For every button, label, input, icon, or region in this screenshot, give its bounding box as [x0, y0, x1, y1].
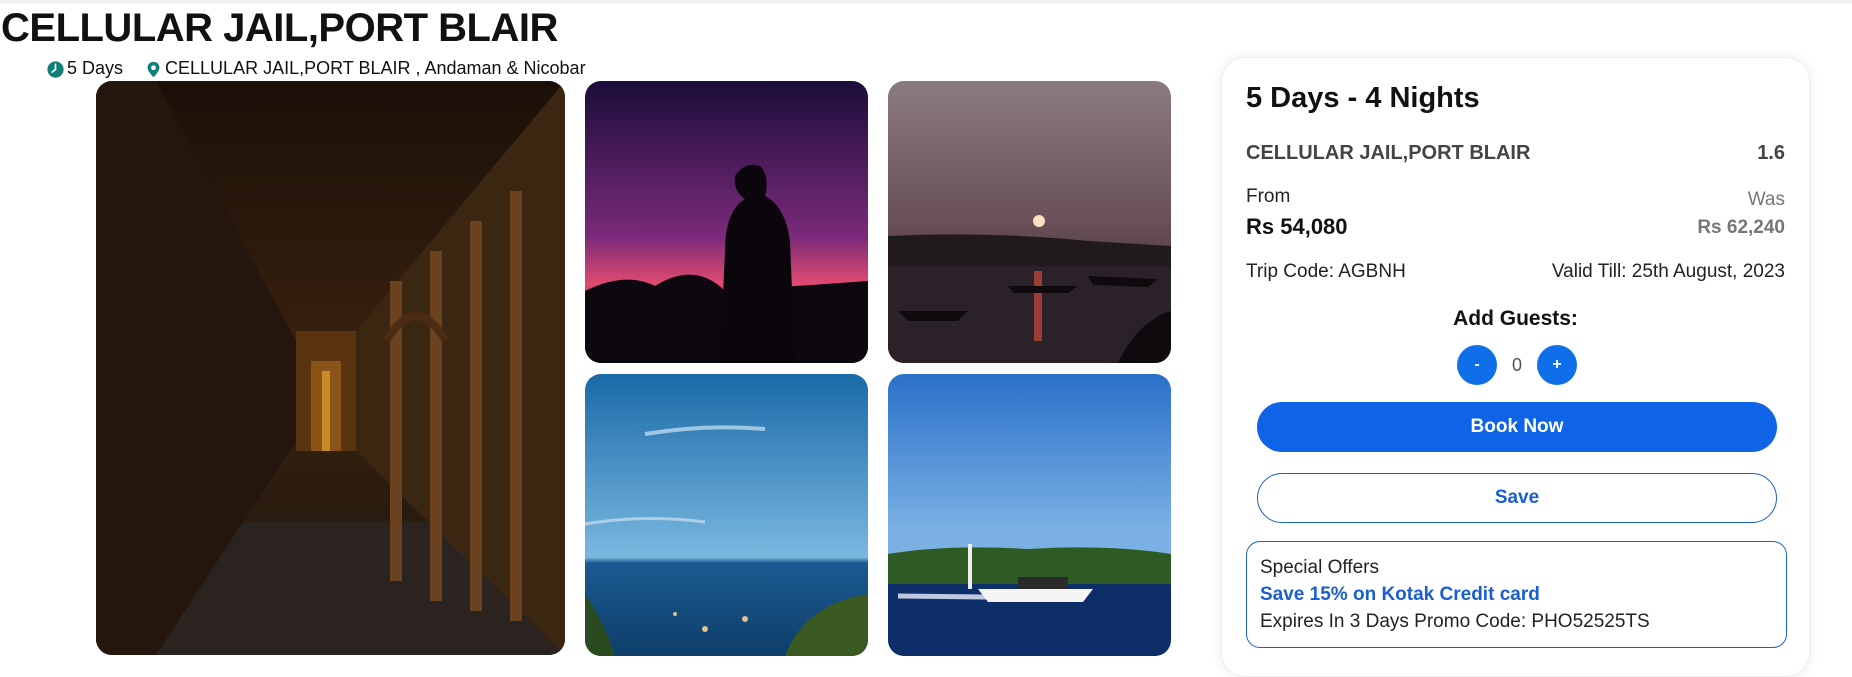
book-now-button[interactable]: Book Now — [1257, 402, 1777, 452]
from-label: From — [1246, 186, 1291, 207]
page-title: CELLULAR JAIL,PORT BLAIR — [1, 6, 558, 50]
trip-code: Trip Code: AGBNH — [1246, 261, 1406, 282]
trip-meta: 5 Days CELLULAR JAIL,PORT BLAIR , Andama… — [47, 56, 586, 80]
location-text: CELLULAR JAIL,PORT BLAIR , Andaman & Nic… — [165, 58, 586, 78]
destination-name: CELLULAR JAIL,PORT BLAIR — [1246, 142, 1531, 164]
add-guests-label: Add Guests: — [1453, 307, 1578, 330]
gallery-image-corridor[interactable] — [96, 81, 565, 655]
gallery-image-beach[interactable] — [585, 374, 868, 656]
save-button[interactable]: Save — [1257, 473, 1777, 523]
gallery-image-sunset-harbor[interactable] — [888, 81, 1171, 363]
original-price: Rs 62,240 — [1697, 217, 1785, 238]
current-price: Rs 54,080 — [1246, 214, 1348, 239]
rating-value: 1.6 — [1757, 142, 1785, 164]
valid-till: Valid Till: 25th August, 2023 — [1551, 261, 1785, 282]
guests-stepper: - 0 + — [1457, 345, 1577, 385]
booking-card: 5 Days - 4 Nights CELLULAR JAIL,PORT BLA… — [1221, 57, 1810, 677]
special-offer-box: Special Offers Save 15% on Kotak Credit … — [1246, 541, 1787, 648]
offer-detail: Expires In 3 Days Promo Code: PHO52525TS — [1260, 611, 1650, 632]
trip-duration-title: 5 Days - 4 Nights — [1246, 82, 1480, 114]
destination-row: CELLULAR JAIL,PORT BLAIR 1.6 — [1246, 142, 1785, 165]
trip-info-row: Trip Code: AGBNH Valid Till: 25th August… — [1246, 261, 1785, 283]
offer-heading: Special Offers — [1260, 557, 1379, 578]
location-pin-icon — [145, 60, 162, 77]
was-label: Was — [1747, 189, 1785, 210]
decrement-guests-button[interactable]: - — [1457, 345, 1497, 385]
offer-title-link[interactable]: Save 15% on Kotak Credit card — [1260, 581, 1773, 608]
clock-icon — [47, 60, 64, 78]
duration-text: 5 Days — [67, 58, 124, 78]
gallery-image-silhouette[interactable] — [585, 81, 868, 363]
gallery-image-speedboat[interactable] — [888, 374, 1171, 656]
increment-guests-button[interactable]: + — [1537, 345, 1577, 385]
guests-count: 0 — [1511, 354, 1522, 375]
